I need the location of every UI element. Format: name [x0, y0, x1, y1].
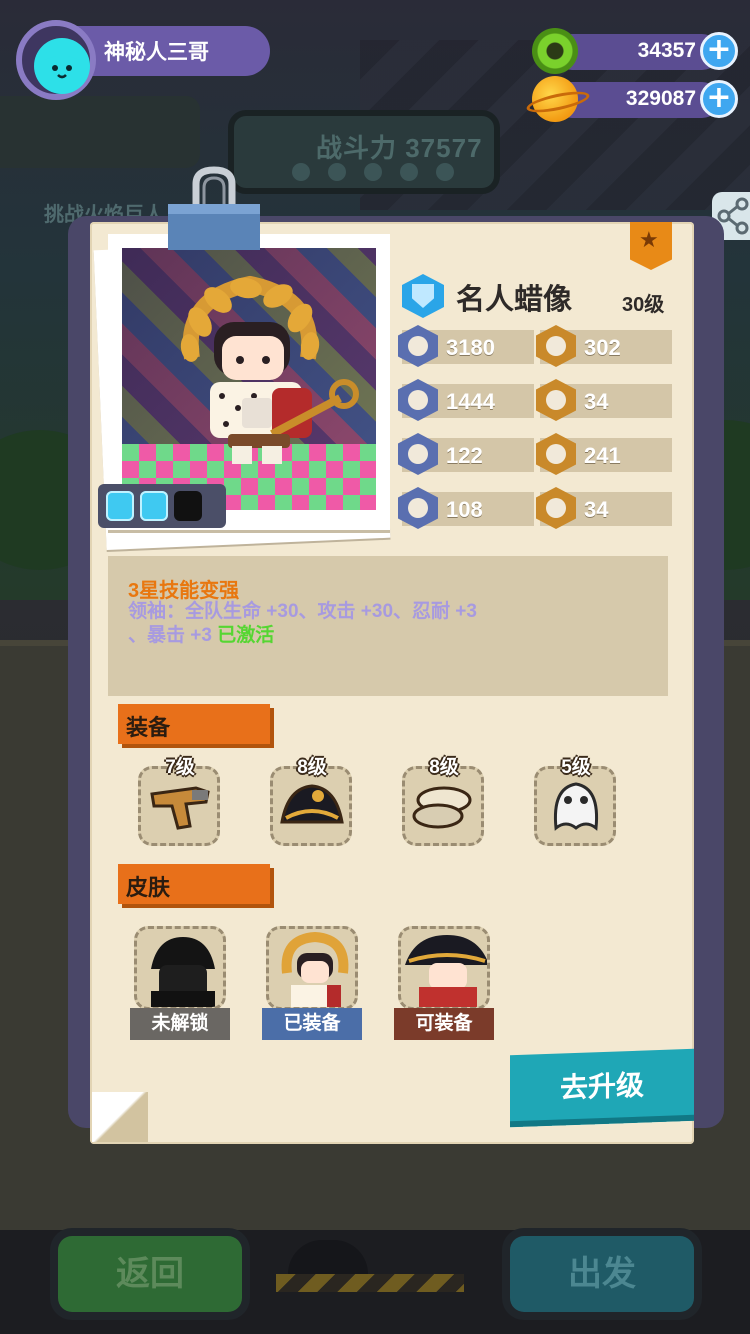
add-orange-currency-button[interactable]: +: [700, 80, 738, 118]
bicorne-hat-icon: [280, 784, 344, 824]
stat-attack: 302: [536, 325, 672, 367]
stat-value: 122: [446, 443, 483, 468]
star-icon: ★: [639, 228, 659, 253]
skill-description: 领袖：全队生命 +30、攻击 +30、忍耐 +3 、暴击 +3 已激活: [128, 600, 558, 648]
stat-strength: 241: [536, 433, 672, 475]
bone-icon: [412, 786, 472, 829]
brain-icon: [536, 487, 576, 529]
power-label: 战斗力 37577: [316, 133, 483, 163]
depart-button[interactable]: 出发: [510, 1236, 694, 1312]
class-shield-icon: [402, 274, 444, 318]
heart-shield-icon: [398, 325, 438, 367]
hero-name: 名人蜡像: [456, 284, 573, 316]
equipment-level: 5级: [561, 757, 591, 778]
skin-status-locked: 未解锁: [130, 1008, 230, 1040]
pistol-icon: [150, 786, 210, 830]
equipment-level: 8级: [297, 757, 327, 778]
stat-bell: 1444: [398, 379, 534, 421]
wax-figure-icon: [180, 275, 359, 464]
skin-slot-1[interactable]: 未解锁: [130, 926, 230, 1046]
stat-charm: 34: [536, 379, 672, 421]
shield-icon: [398, 433, 438, 475]
fist-icon: [536, 325, 576, 367]
currency-green-value: 34357: [637, 39, 696, 62]
back-button[interactable]: 返回: [58, 1236, 242, 1312]
page-curl: [92, 1092, 148, 1142]
currency-orange-value: 329087: [625, 87, 696, 110]
skin-status-available: 可装备: [394, 1008, 494, 1040]
power-dots: [292, 163, 454, 181]
dark-skin-icon: [134, 926, 226, 1010]
add-green-currency-button[interactable]: +: [700, 32, 738, 70]
ghost-mask-icon: [553, 782, 599, 831]
skin-status-equipped: 已装备: [262, 1008, 362, 1040]
equipment-slot-4[interactable]: 5级: [534, 752, 618, 846]
stat-hp: 3180: [398, 325, 534, 367]
orange-planet-coin-icon: [532, 76, 578, 122]
player-profile[interactable]: 神秘人三哥: [16, 20, 270, 100]
equipment-section-title: 装备: [126, 715, 171, 740]
currency-green: 34357 +: [532, 28, 742, 76]
energy-charged-icon: [106, 491, 134, 521]
stat-defense: 122: [398, 433, 534, 475]
skins-section-label: 皮肤: [118, 864, 270, 904]
hazard-stripe: [276, 1274, 464, 1292]
anchor-icon: [398, 487, 438, 529]
upgrade-button[interactable]: 去升级: [510, 1048, 694, 1128]
stat-anchor: 108: [398, 487, 534, 529]
green-gem-coin-icon: [532, 28, 578, 74]
bell-icon: [398, 379, 438, 421]
cat-avatar-icon: [34, 38, 90, 94]
equipment-slot-2[interactable]: 8级: [270, 752, 354, 846]
energy-slots: [98, 484, 226, 528]
equipment-level: 7级: [165, 757, 195, 778]
hero-portrait-image: [122, 248, 376, 510]
player-name: 神秘人三哥: [104, 41, 209, 64]
equipment-section-label: 装备: [118, 704, 270, 744]
avatar[interactable]: [16, 20, 96, 100]
equipment-level: 8级: [429, 757, 459, 778]
stat-intellect: 34: [536, 487, 672, 529]
skin-slot-2[interactable]: 已装备: [262, 926, 362, 1046]
energy-empty-icon: [174, 491, 202, 521]
smile-icon: [536, 379, 576, 421]
stat-value: 1444: [446, 389, 495, 414]
laurel-skin-icon: [266, 926, 358, 1010]
binder-clip-icon: [168, 166, 260, 250]
stat-value: 108: [446, 497, 483, 522]
skill-desc-line1: 领袖：全队生命 +30、攻击 +30、忍耐 +3: [128, 601, 477, 622]
skill-box: 3星技能变强 领袖：全队生命 +30、攻击 +30、忍耐 +3 、暴击 +3 已…: [108, 556, 668, 696]
stat-value: 241: [584, 443, 621, 468]
energy-charged-icon: [140, 491, 168, 521]
skin-slot-3[interactable]: 可装备: [394, 926, 494, 1046]
skins-section-title: 皮肤: [126, 875, 171, 900]
stat-value: 34: [584, 389, 609, 414]
bg-team-strip: [0, 96, 200, 168]
muscle-icon: [536, 433, 576, 475]
napoleon-skin-icon: [398, 926, 490, 1010]
equipment-slot-3[interactable]: 8级: [402, 752, 486, 846]
stat-value: 302: [584, 335, 621, 360]
stat-value: 34: [584, 497, 609, 522]
skill-title: 3星技能变强: [128, 580, 240, 602]
stat-value: 3180: [446, 335, 495, 360]
equipment-slot-1[interactable]: 7级: [138, 752, 222, 846]
currency-orange: 329087 +: [532, 76, 742, 124]
skill-desc-line2: 、暴击 +3: [128, 625, 218, 646]
skill-activated-status: 已激活: [217, 625, 275, 646]
hero-title-row: 名人蜡像 30级: [402, 272, 674, 318]
hero-level: 30级: [622, 294, 665, 316]
